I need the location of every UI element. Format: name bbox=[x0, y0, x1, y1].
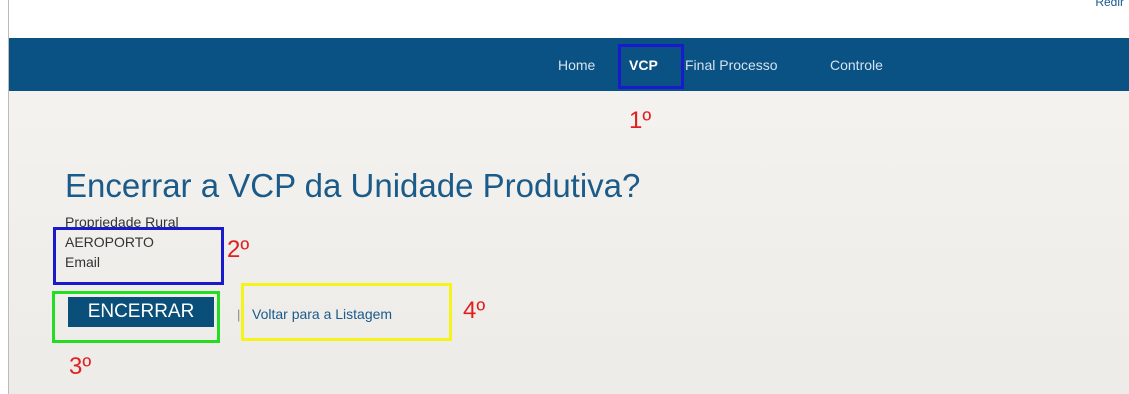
top-strip: Redir bbox=[9, 0, 1129, 38]
annotation-box-button bbox=[52, 291, 220, 343]
nav-item-controle[interactable]: Controle bbox=[830, 57, 883, 73]
annotation-step2: 2º bbox=[227, 236, 250, 263]
browser-viewport: Redir Home VCP Final Processo Controle E… bbox=[8, 0, 1129, 394]
corner-link-text[interactable]: Redir bbox=[1095, 0, 1124, 9]
annotation-step3: 3º bbox=[69, 353, 92, 380]
navbar: Home VCP Final Processo Controle bbox=[9, 38, 1129, 91]
annotation-box-link bbox=[241, 283, 452, 341]
annotation-step1: 1º bbox=[629, 107, 652, 134]
nav-item-home[interactable]: Home bbox=[558, 57, 595, 73]
page-title: Encerrar a VCP da Unidade Produtiva? bbox=[65, 167, 641, 204]
annotation-box-vcp bbox=[618, 44, 684, 89]
annotation-box-property bbox=[53, 227, 224, 285]
annotation-step4: 4º bbox=[463, 297, 486, 324]
separator: | bbox=[237, 307, 241, 322]
nav-item-final-processo[interactable]: Final Processo bbox=[685, 57, 778, 73]
